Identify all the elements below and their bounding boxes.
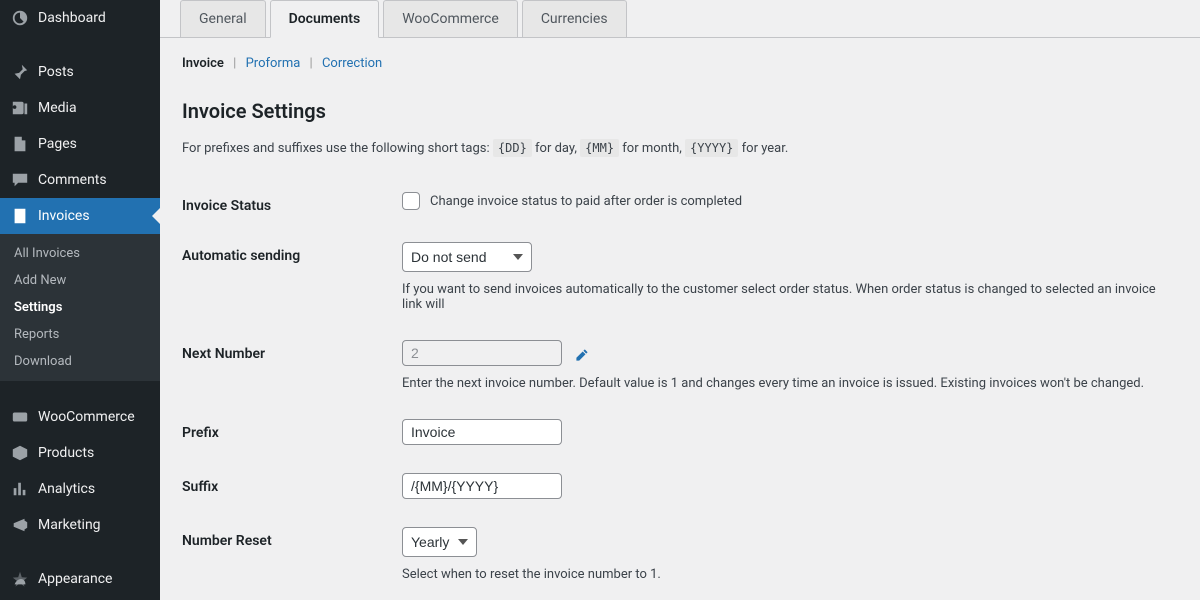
next-number-input <box>402 340 562 366</box>
sidebar-label: Dashboard <box>38 10 106 26</box>
sidebar-item-analytics[interactable]: Analytics <box>0 471 160 507</box>
sidebar-item-dashboard[interactable]: Dashboard <box>0 0 160 36</box>
next-number-label: Next Number <box>182 340 402 362</box>
tag-month: {MM} <box>580 139 619 157</box>
subnav-proforma[interactable]: Proforma <box>246 56 301 71</box>
invoice-status-checkbox-label: Change invoice status to paid after orde… <box>430 194 742 209</box>
invoice-icon <box>10 206 30 226</box>
admin-sidebar: Dashboard Posts Media Pages Comments <box>0 0 160 600</box>
submenu-download[interactable]: Download <box>0 348 160 375</box>
analytics-icon <box>10 479 30 499</box>
main-content: General Documents WooCommerce Currencies… <box>160 0 1200 600</box>
automatic-sending-select[interactable]: Do not send <box>402 242 532 272</box>
next-number-help: Enter the next invoice number. Default v… <box>402 376 1178 391</box>
sidebar-item-appearance[interactable]: Appearance <box>0 561 160 597</box>
submenu-reports[interactable]: Reports <box>0 321 160 348</box>
submenu-settings[interactable]: Settings <box>0 294 160 321</box>
automatic-sending-help: If you want to send invoices automatical… <box>402 282 1178 312</box>
invoice-status-checkbox[interactable] <box>402 192 420 210</box>
products-icon <box>10 443 30 463</box>
number-reset-label: Number Reset <box>182 527 402 549</box>
sidebar-item-posts[interactable]: Posts <box>0 54 160 90</box>
subnav-correction[interactable]: Correction <box>322 56 382 71</box>
tag-day: {DD} <box>493 139 532 157</box>
settings-tabs: General Documents WooCommerce Currencies <box>160 0 1200 38</box>
tab-documents[interactable]: Documents <box>270 0 380 38</box>
sidebar-item-comments[interactable]: Comments <box>0 162 160 198</box>
appearance-icon <box>10 569 30 589</box>
short-tags-help: For prefixes and suffixes use the follow… <box>182 141 1178 156</box>
sidebar-label: Media <box>38 100 77 116</box>
subnav: Invoice | Proforma | Correction <box>182 56 1178 71</box>
sidebar-label: Invoices <box>38 208 90 224</box>
tab-woocommerce[interactable]: WooCommerce <box>383 0 518 37</box>
automatic-sending-label: Automatic sending <box>182 242 402 264</box>
suffix-label: Suffix <box>182 473 402 495</box>
sidebar-label: Comments <box>38 172 107 188</box>
sidebar-label: WooCommerce <box>38 409 135 425</box>
tab-currencies[interactable]: Currencies <box>522 0 627 37</box>
tab-general[interactable]: General <box>180 0 266 37</box>
sidebar-item-marketing[interactable]: Marketing <box>0 507 160 543</box>
sidebar-label: Pages <box>38 136 77 152</box>
pencil-icon[interactable] <box>575 348 589 362</box>
invoice-status-label: Invoice Status <box>182 192 402 214</box>
sidebar-item-woocommerce[interactable]: WooCommerce <box>0 399 160 435</box>
sidebar-item-media[interactable]: Media <box>0 90 160 126</box>
prefix-input[interactable] <box>402 419 562 445</box>
suffix-input[interactable] <box>402 473 562 499</box>
sidebar-item-pages[interactable]: Pages <box>0 126 160 162</box>
woo-icon <box>10 407 30 427</box>
submenu-add-new[interactable]: Add New <box>0 267 160 294</box>
number-reset-help: Select when to reset the invoice number … <box>402 567 1178 582</box>
sidebar-item-invoices[interactable]: Invoices <box>0 198 160 234</box>
sidebar-label: Appearance <box>38 571 112 587</box>
marketing-icon <box>10 515 30 535</box>
prefix-label: Prefix <box>182 419 402 441</box>
submenu-all-invoices[interactable]: All Invoices <box>0 240 160 267</box>
pages-icon <box>10 134 30 154</box>
subnav-invoice[interactable]: Invoice <box>182 56 224 71</box>
sidebar-item-products[interactable]: Products <box>0 435 160 471</box>
sidebar-label: Analytics <box>38 481 95 497</box>
dashboard-icon <box>10 8 30 28</box>
sidebar-submenu: All Invoices Add New Settings Reports Do… <box>0 234 160 381</box>
media-icon <box>10 98 30 118</box>
number-reset-select[interactable]: Yearly <box>402 527 477 557</box>
sidebar-label: Products <box>38 445 94 461</box>
comments-icon <box>10 170 30 190</box>
sidebar-label: Marketing <box>38 517 101 533</box>
sidebar-label: Posts <box>38 64 74 80</box>
tag-year: {YYYY} <box>685 139 738 157</box>
page-title: Invoice Settings <box>182 99 1178 123</box>
pin-icon <box>10 62 30 82</box>
